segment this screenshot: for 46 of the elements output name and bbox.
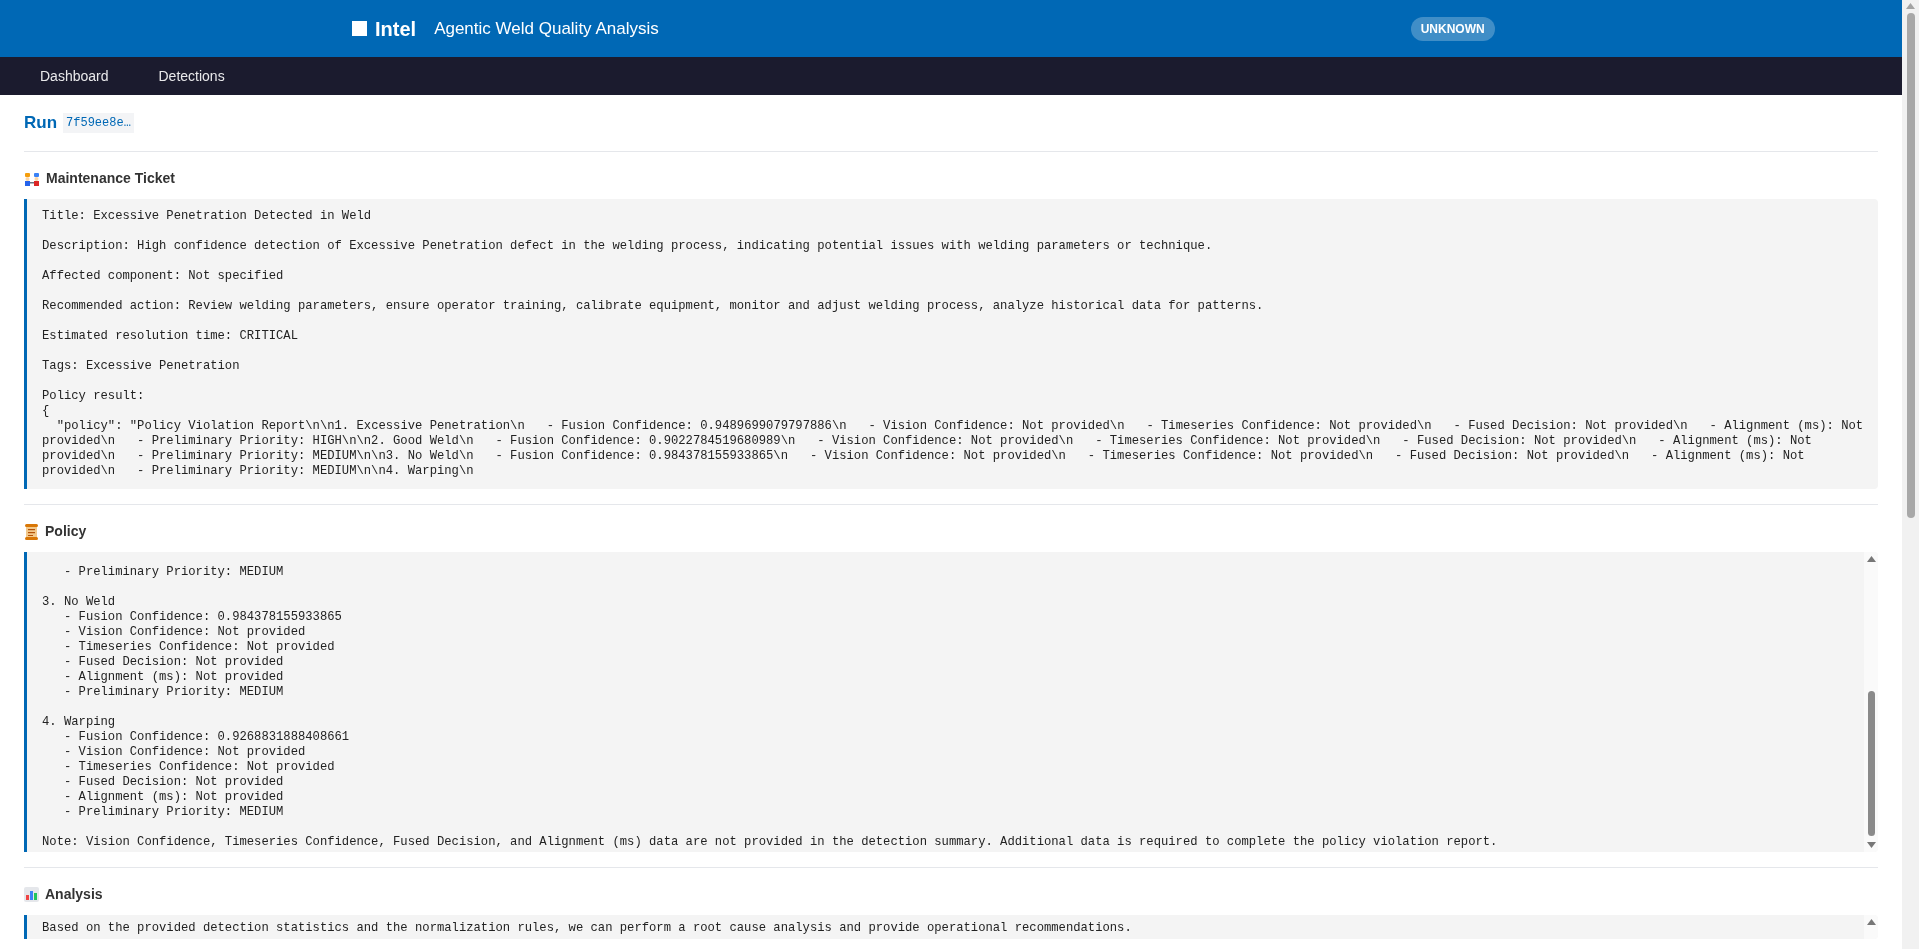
text-line: 4. Warping [42,715,117,730]
text-line: - Timeseries Confidence: Not provided [62,760,336,775]
scroll-up-icon [1866,919,1876,925]
scrollbar-thumb[interactable] [1906,13,1915,518]
text-line: Tags: Excessive Penetration [42,359,241,374]
scroll-up-icon [1906,3,1915,9]
section-heading: Maintenance Ticket [46,169,175,188]
text-line: - Preliminary Priority: MEDIUM [62,685,285,700]
text-line: - Timeseries Confidence: Not provided [62,640,336,655]
text-line: Note: Vision Confidence, Timeseries Confidence, Fused Decision, and Alignment (ms) data are not provided in the detection summary. Additional data is required to complete the policy violation report. [42,835,1499,850]
brand-name: Intel [375,16,417,42]
bar-chart-icon [24,887,39,902]
text-line: Estimated resolution time: CRITICAL [42,329,299,344]
run-id: 7f59ee8e… [63,113,134,133]
logo-square-icon [352,21,367,36]
scroll-icon [24,523,39,540]
text-line: - Fusion Confidence: 0.984378155933865 [62,610,343,625]
text-line: Based on the provided detection statistics and the normalization rules, we can perform a root cause analysis and provide operational recommendations. [42,921,1133,936]
section-heading: Policy [45,522,87,541]
text-line: - Preliminary Priority: MEDIUM [62,805,285,820]
scrollbar-thumb[interactable] [1867,691,1875,836]
run-label: Run [24,112,58,135]
worker-icon [24,171,40,186]
text-line: - Alignment (ms): Not provided [62,670,285,685]
text-line: 3. No Weld [42,595,117,610]
text-line: Recommended action: Review welding parameters, ensure operator training, calibrate equipment, monitor and adjust welding process, analyze historical data for patterns. [42,299,1265,314]
text-line: - Fused Decision: Not provided [62,655,285,670]
app-title: Agentic Weld Quality Analysis [434,17,659,40]
status-badge: UNKNOWN [1410,16,1495,41]
nav-link[interactable]: Detections [140,57,243,95]
scroll-down-icon [1866,842,1876,848]
text-line: - Fused Decision: Not provided [62,775,285,790]
nav-link[interactable]: Dashboard [22,57,127,95]
text-line: - Fusion Confidence: 0.9268831888408661 [62,730,351,745]
scroll-up-icon [1866,556,1876,562]
text-line: Description: High confidence detection of Excessive Penetration defect in the welding process, indicating potential issues with welding parameters or technique. [42,239,1214,254]
section-heading: Analysis [45,885,103,904]
text-line: Title: Excessive Penetration Detected in Weld [42,209,373,224]
text-line: - Alignment (ms): Not provided [62,790,285,805]
text-line: - Preliminary Priority: MEDIUM [62,565,285,580]
text-line: { [42,404,51,419]
text-line: - Vision Confidence: Not provided [62,745,307,760]
text-line: - Vision Confidence: Not provided [62,625,307,640]
text-line: "policy": "Policy Violation Report\n\n1. Excessive Penetration\n - Fusion Confidence: 0.9489699079797886\n - Vision Confidence: Not provided\n - Timeseries Confidence: Not provided\n - Fused Decision: Not provided\n - Alignment (ms): Not provided\n - Preliminary Priority: HIGH\n\n2. Good Weld\n - Fusion Confidence: 0.9022784519680989\n - Vision Confidence: Not provided\n - Timeseries Confidence: Not provided\n - Fused Decision: Not provided\n - Alignment (ms): Not provided\n - Preliminary Priority: MEDIUM\n\n3. No Weld\n - Fusion Confidence: 0.984378155933865\n - Vision Confidence: Not provided\n - Timeseries Confidence: Not provided\n - Fused Decision: Not provided\n - Alignment (ms): Not provided\n - Preliminary Priority: MEDIUM\n\n4. Warping\n [42,419,1865,479]
text-line: Affected component: Not specified [42,269,285,284]
text-line: Policy result: [42,389,146,404]
